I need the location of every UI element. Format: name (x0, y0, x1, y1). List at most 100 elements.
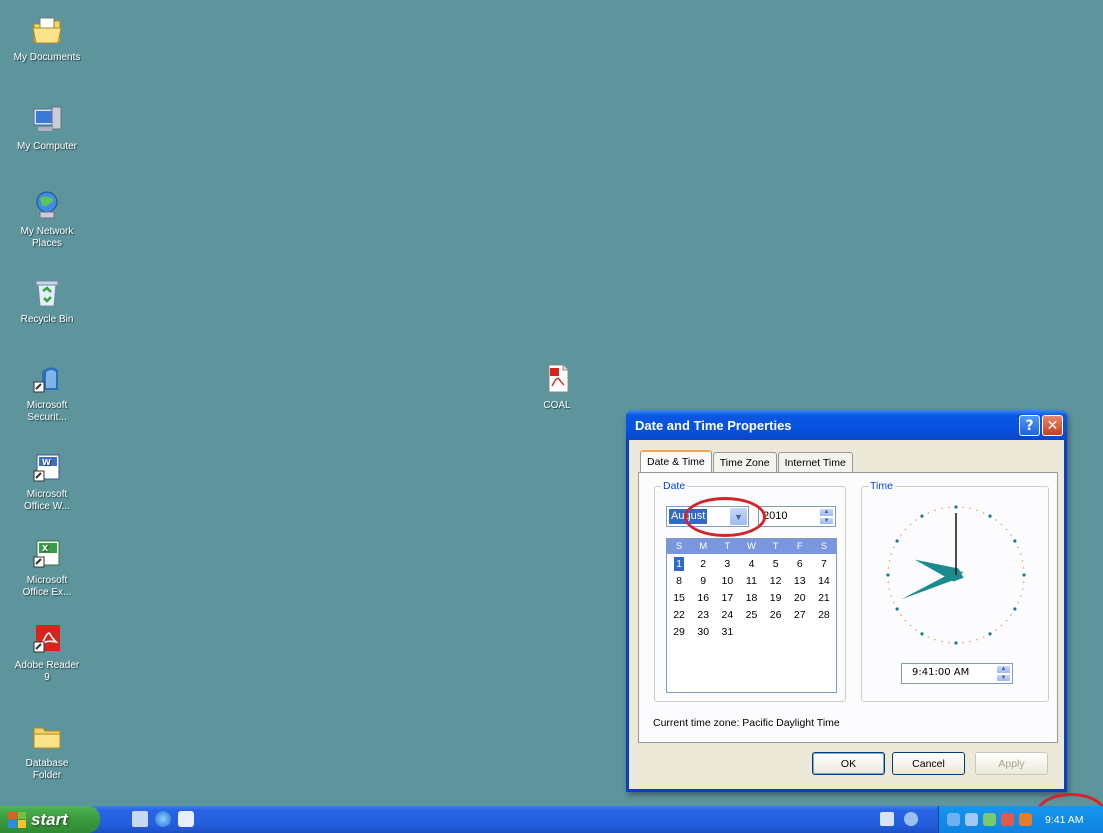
tray-clock[interactable]: 9:41 AM (1045, 814, 1084, 826)
clock-minute-tick (887, 581, 890, 583)
clock-minute-tick (995, 629, 997, 631)
calendar-day[interactable]: 21 (812, 591, 836, 605)
date-time-properties-window: Date and Time Properties ? ✕ Date & Time… (626, 410, 1067, 792)
calendar-day[interactable]: 10 (715, 574, 739, 588)
ok-button[interactable]: OK (812, 752, 885, 775)
clock-minute-tick (1022, 567, 1025, 569)
update-icon[interactable] (983, 813, 996, 826)
calendar-day[interactable]: 31 (715, 625, 739, 639)
calendar-day[interactable]: 9 (691, 574, 715, 588)
calendar-day[interactable]: 17 (715, 591, 739, 605)
clock-minute-tick (982, 512, 985, 514)
calendar-day[interactable]: 16 (691, 591, 715, 605)
spin-up-icon[interactable]: ▲ (996, 665, 1011, 674)
clock-minute-tick (900, 534, 902, 536)
icon-label: My Network Places (20, 226, 74, 249)
cancel-button[interactable]: Cancel (892, 752, 965, 775)
window-titlebar[interactable]: Date and Time Properties ? ✕ (626, 410, 1067, 440)
calendar-day[interactable]: 24 (715, 608, 739, 622)
time-group-label: Time (868, 480, 895, 492)
tab-strip: Date & Time Time Zone Internet Time (640, 450, 854, 472)
calendar-weekday: F (796, 541, 803, 552)
calendar-day[interactable]: 6 (788, 557, 812, 571)
pdf-file-icon (548, 364, 569, 393)
clock-minute-tick (1005, 528, 1008, 531)
calendar-day[interactable]: 13 (788, 574, 812, 588)
desktop-icon-network-places[interactable]: My Network Places (9, 188, 85, 250)
time-group: Time 9:41:00 AM ▲ ▼ (861, 480, 1049, 702)
system-tray: 9:41 AM (938, 806, 1103, 833)
internet-explorer-icon[interactable] (155, 811, 171, 827)
calendar-day[interactable]: 27 (788, 608, 812, 622)
clock-minute-tick (995, 519, 997, 521)
spin-up-icon[interactable]: ▲ (819, 508, 834, 517)
calendar-day[interactable]: 23 (691, 608, 715, 622)
clock-minute-tick (941, 640, 943, 643)
help-tray-icon[interactable] (904, 812, 918, 826)
tab-internet-time[interactable]: Internet Time (777, 452, 853, 472)
clock-hour-tick (988, 632, 992, 636)
calendar-day[interactable]: 12 (764, 574, 788, 588)
clock-minute-tick (1021, 560, 1024, 562)
close-button[interactable]: ✕ (1042, 415, 1063, 436)
calendar-day[interactable]: 18 (739, 591, 763, 605)
calendar-day[interactable]: 30 (691, 625, 715, 639)
icon-label: Database Folder (25, 758, 69, 781)
calendar-day[interactable]: 8 (667, 574, 691, 588)
desktop-icon-my-computer[interactable]: My Computer (9, 103, 85, 153)
desktop-icon-security[interactable]: Microsoft Securit... (9, 362, 85, 424)
time-spinner[interactable]: 9:41:00 AM ▲ ▼ (901, 663, 1013, 684)
antivirus-icon[interactable] (1001, 813, 1014, 826)
tab-time-zone[interactable]: Time Zone (712, 452, 777, 472)
calendar-day[interactable]: 2 (691, 557, 715, 571)
calendar-day[interactable]: 14 (812, 574, 836, 588)
clock-minute-tick (909, 523, 912, 526)
current-time-zone-label: Current time zone: Pacific Daylight Time (653, 717, 840, 729)
language-bar-icon[interactable] (880, 812, 894, 826)
calendar-day[interactable]: 15 (667, 591, 691, 605)
clock-hour-tick (1013, 607, 1017, 611)
clock-minute-tick (909, 624, 912, 627)
chevron-down-icon[interactable]: ▼ (730, 508, 747, 525)
clock-minute-tick (915, 629, 917, 631)
adobe-tray-icon[interactable] (1019, 813, 1032, 826)
desktop-icon-my-documents[interactable]: My Documents (9, 14, 85, 64)
icon-label: Recycle Bin (20, 314, 74, 325)
month-select[interactable]: August ▼ (666, 506, 749, 527)
my-documents-icon (32, 17, 62, 44)
desktop-icon-database-folder[interactable]: Database Folder (9, 720, 85, 782)
calendar-day[interactable]: 25 (739, 608, 763, 622)
show-desktop-icon[interactable] (132, 811, 148, 827)
network-icon[interactable] (947, 813, 960, 826)
clock-hour-tick (895, 607, 899, 611)
calendar-day[interactable]: 20 (788, 591, 812, 605)
calendar-day[interactable]: 5 (764, 557, 788, 571)
desktop-icon-recycle-bin[interactable]: Recycle Bin (9, 276, 85, 326)
desktop-icon-word[interactable]: W Microsoft Office W... (9, 451, 85, 513)
clock-minute-tick (948, 506, 950, 509)
calendar-day[interactable]: 26 (764, 608, 788, 622)
desktop-icon-adobe-reader[interactable]: Adobe Reader 9 (9, 622, 85, 684)
desktop-icon-excel[interactable]: X Microsoft Office Ex... (9, 537, 85, 599)
help-button[interactable]: ? (1019, 415, 1040, 436)
desktop-icon-coal[interactable]: COAL (519, 362, 595, 412)
calendar-day[interactable]: 11 (739, 574, 763, 588)
clock-minute-tick (982, 636, 985, 638)
calendar-day[interactable]: 22 (667, 608, 691, 622)
calendar-day[interactable]: 1 (674, 557, 685, 571)
calendar-day[interactable]: 28 (812, 608, 836, 622)
tab-date-time[interactable]: Date & Time (640, 450, 712, 472)
calendar-day[interactable]: 3 (715, 557, 739, 571)
security-icon[interactable] (965, 813, 978, 826)
calendar-day[interactable]: 7 (812, 557, 836, 571)
calendar-day[interactable]: 29 (667, 625, 691, 639)
apply-button[interactable]: Apply (975, 752, 1048, 775)
calendar-day[interactable]: 19 (764, 591, 788, 605)
calendar-day[interactable]: 4 (739, 557, 763, 571)
spin-down-icon[interactable]: ▼ (996, 673, 1011, 682)
start-button[interactable]: start (0, 806, 100, 833)
year-spinner[interactable]: 2010 ▲ ▼ (758, 506, 836, 527)
adobe-reader-icon (33, 625, 60, 653)
media-player-icon[interactable] (178, 811, 194, 827)
spin-down-icon[interactable]: ▼ (819, 516, 834, 525)
